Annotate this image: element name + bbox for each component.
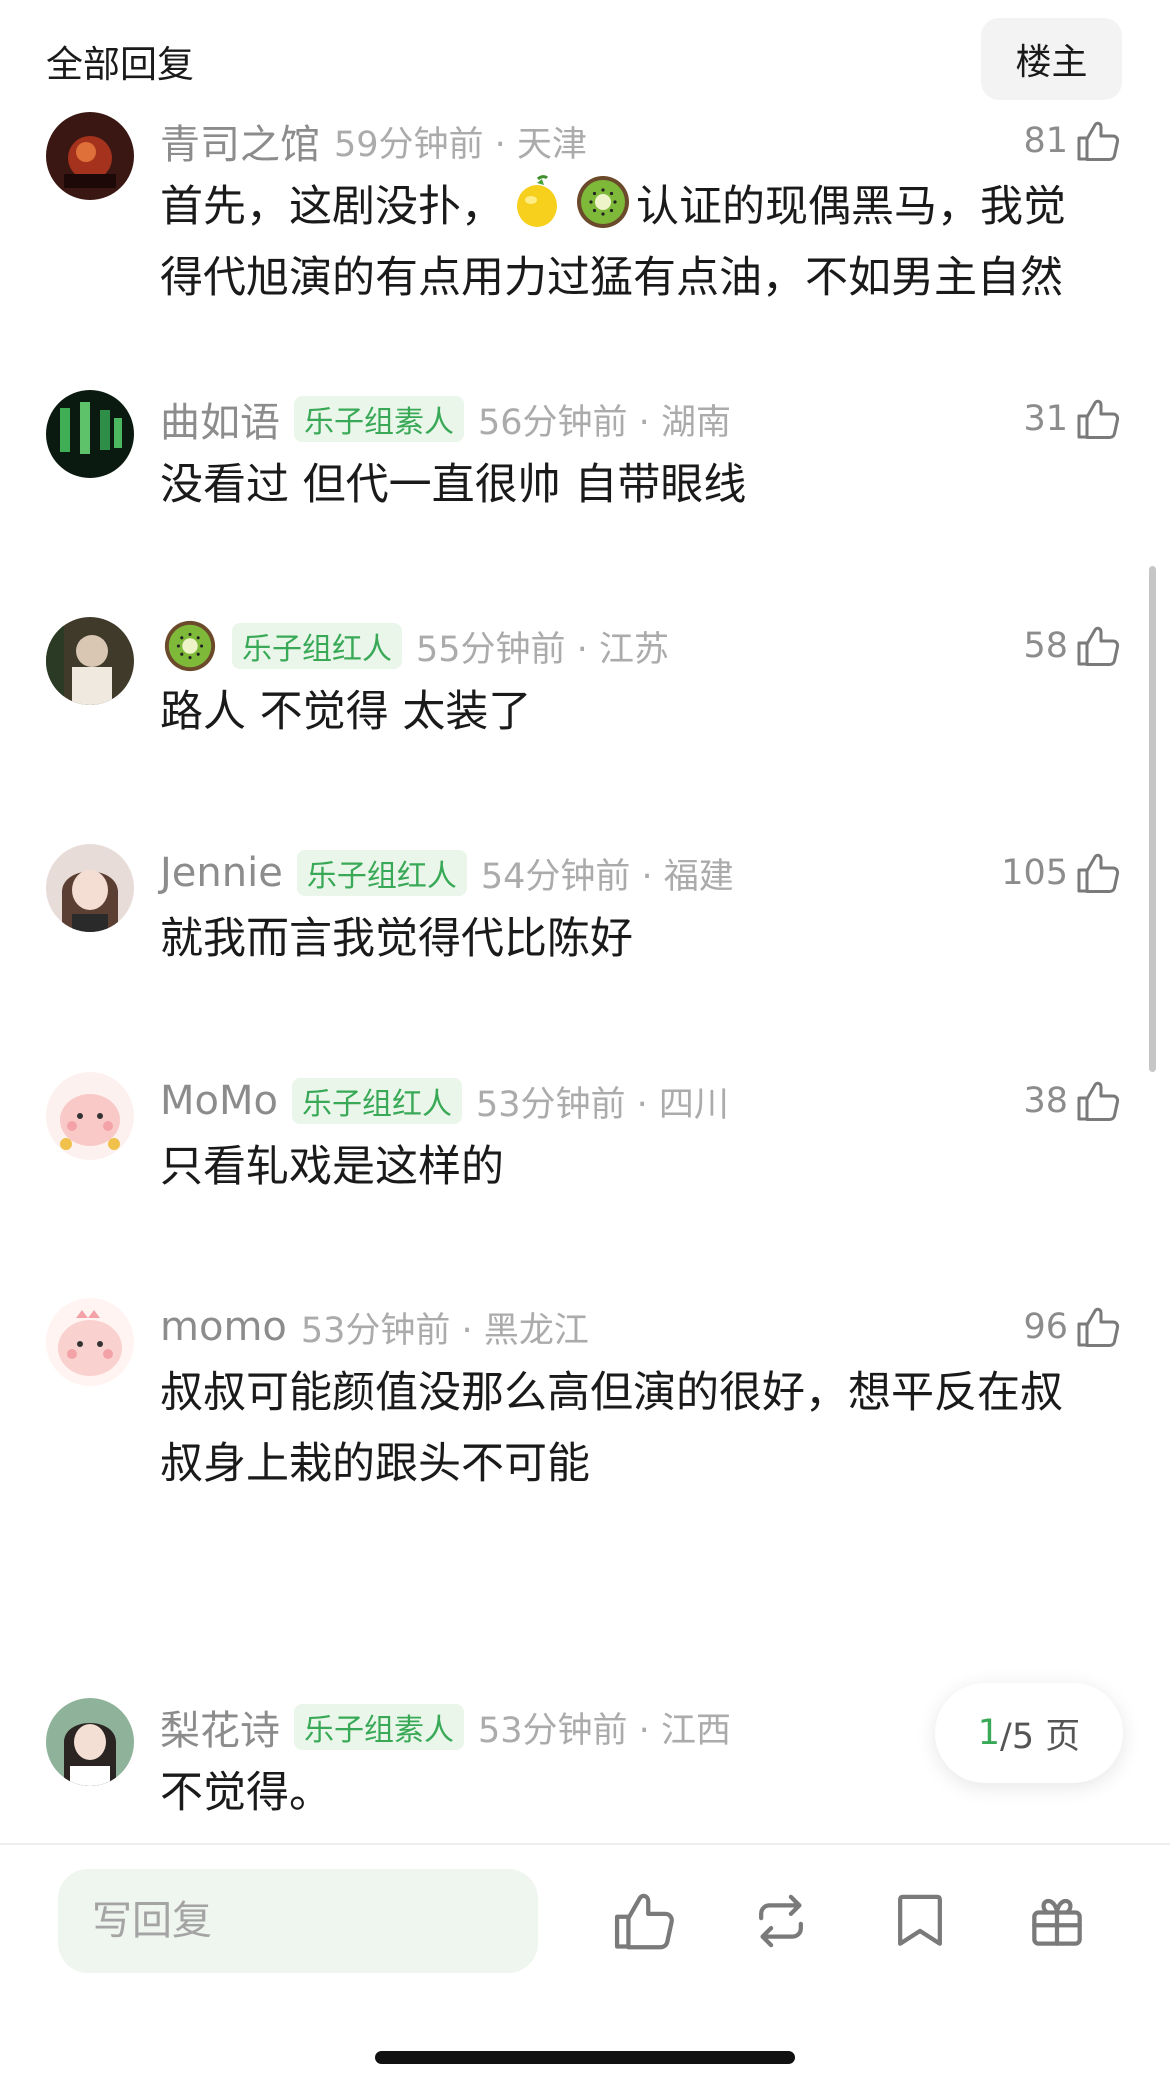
comment-time: 53分钟前 — [475, 1084, 626, 1125]
comment-location: 四川 — [658, 1084, 729, 1125]
thumb-up-icon[interactable] — [1074, 1303, 1122, 1351]
username[interactable]: 青司之馆 — [160, 112, 320, 170]
like-control[interactable]: 31 — [1023, 394, 1122, 444]
comment-header: Jennie 乐子组红人 54分钟前 · 福建 — [160, 848, 734, 898]
reply-input[interactable] — [58, 1869, 538, 1973]
comment-item: 曲如语 乐子组素人 56分钟前 · 湖南 31 没看过 但代一直很帅 自带眼线 — [0, 390, 1170, 510]
comment-location: 天津 — [516, 124, 587, 165]
comment-location: 福建 — [663, 856, 734, 897]
comment-meta: 55分钟前 · 江苏 — [416, 629, 669, 670]
like-count: 58 — [1023, 626, 1068, 666]
comment-time: 53分钟前 — [478, 1710, 628, 1751]
comment-item: 青司之馆 59分钟前 · 天津 81 首先，这剧没扑， 认证的现偶黑马，我觉得代旭… — [0, 112, 1170, 342]
comment-location: 黑龙江 — [483, 1310, 589, 1351]
like-control[interactable]: 81 — [1023, 116, 1122, 166]
like-count: 96 — [1023, 1307, 1068, 1347]
thumb-up-icon[interactable] — [1074, 117, 1122, 165]
thumb-up-icon[interactable] — [1074, 395, 1122, 443]
avatar[interactable] — [46, 390, 134, 478]
page-total: /5 页 — [1000, 1716, 1081, 1757]
comment-text: 路人 不觉得 太装了 — [160, 687, 532, 737]
comment-text-part: 首先，这剧没扑， — [160, 182, 504, 232]
comment-item: momo 53分钟前 · 黑龙江 96 叔叔可能颜值没那么高但演的很好，想平反在… — [0, 1298, 1170, 1528]
like-count: 31 — [1023, 399, 1068, 439]
page-indicator[interactable]: 1/5 页 — [935, 1683, 1123, 1783]
bookmark-icon[interactable] — [886, 1887, 954, 1955]
like-control[interactable]: 96 — [1023, 1302, 1122, 1352]
thumb-up-icon[interactable] — [1074, 622, 1122, 670]
current-page: 1 — [977, 1713, 1001, 1753]
op-only-filter-button[interactable]: 楼主 — [981, 18, 1122, 100]
thumb-up-icon[interactable] — [610, 1887, 678, 1955]
username[interactable]: 梨花诗 — [160, 1698, 280, 1756]
username[interactable]: MoMo — [160, 1078, 278, 1124]
user-badge: 乐子组素人 — [294, 396, 464, 442]
page-title: 全部回复 — [46, 43, 194, 86]
kiwi-emoji — [162, 618, 218, 674]
comment-time: 53分钟前 — [300, 1310, 451, 1351]
user-badge: 乐子组红人 — [232, 623, 402, 669]
comment-location: 江西 — [660, 1710, 731, 1751]
avatar[interactable] — [46, 1298, 134, 1386]
comment-meta: 53分钟前 · 江西 — [478, 1710, 731, 1751]
like-count: 81 — [1023, 121, 1068, 161]
like-count: 38 — [1023, 1081, 1068, 1121]
comment-header: momo 53分钟前 · 黑龙江 — [160, 1302, 589, 1352]
avatar[interactable] — [46, 617, 134, 705]
comment-header: 曲如语 乐子组素人 56分钟前 · 湖南 — [160, 394, 731, 446]
comment-item: Jennie 乐子组红人 54分钟前 · 福建 105 就我而言我觉得代比陈好 — [0, 844, 1170, 964]
avatar[interactable] — [46, 112, 134, 200]
comment-location: 江苏 — [598, 629, 669, 670]
user-badge: 乐子组红人 — [296, 850, 467, 896]
like-control[interactable]: 58 — [1023, 621, 1122, 671]
comment-meta: 53分钟前 · 四川 — [475, 1084, 729, 1125]
repost-icon[interactable] — [747, 1887, 815, 1955]
comment-header: 梨花诗 乐子组素人 53分钟前 · 江西 — [160, 1702, 731, 1754]
comment-time: 56分钟前 — [478, 402, 628, 443]
comment-meta: 56分钟前 · 湖南 — [478, 402, 731, 443]
comment-header: 乐子组红人 55分钟前 · 江苏 — [160, 621, 669, 671]
comment-meta: 54分钟前 · 福建 — [480, 856, 734, 897]
like-control[interactable]: 105 — [1001, 848, 1122, 898]
username[interactable]: Jennie — [160, 850, 283, 896]
avatar[interactable] — [46, 1698, 134, 1786]
comment-text: 首先，这剧没扑， 认证的现偶黑马，我觉得代旭演的有点用力过猛有点油，不如男主自然 — [160, 172, 1100, 314]
comment-text: 就我而言我觉得代比陈好 — [160, 914, 633, 964]
lemon-emoji — [508, 173, 566, 231]
comment-meta: 53分钟前 · 黑龙江 — [300, 1310, 589, 1351]
thumb-up-icon[interactable] — [1074, 1077, 1122, 1125]
comment-header: MoMo 乐子组红人 53分钟前 · 四川 — [160, 1076, 729, 1126]
comment-meta: 59分钟前 · 天津 — [334, 124, 587, 165]
thumb-up-icon[interactable] — [1074, 849, 1122, 897]
username[interactable]: 曲如语 — [160, 390, 280, 448]
avatar[interactable] — [46, 844, 134, 932]
comment-text: 叔叔可能颜值没那么高但演的很好，想平反在叔叔身上栽的跟头不可能 — [160, 1368, 1063, 1489]
header: 全部回复 楼主 — [0, 0, 1170, 118]
comment-item: 乐子组红人 55分钟前 · 江苏 58 路人 不觉得 太装了 — [0, 617, 1170, 737]
comment-header: 青司之馆 59分钟前 · 天津 — [160, 116, 587, 168]
user-badge: 乐子组红人 — [291, 1078, 462, 1124]
kiwi-emoji — [574, 173, 632, 231]
comment-time: 54分钟前 — [480, 856, 631, 897]
comment-time: 55分钟前 — [416, 629, 566, 670]
user-badge: 乐子组素人 — [294, 1704, 464, 1750]
avatar[interactable] — [46, 1072, 134, 1160]
comment-item: MoMo 乐子组红人 53分钟前 · 四川 38 只看轧戏是这样的 — [0, 1072, 1170, 1192]
comment-text: 没看过 但代一直很帅 自带眼线 — [160, 460, 747, 510]
like-count: 105 — [1001, 853, 1068, 893]
comment-location: 湖南 — [660, 402, 731, 443]
username[interactable]: momo — [160, 1304, 287, 1350]
scrollbar[interactable] — [1149, 566, 1156, 1072]
comment-time: 59分钟前 — [334, 124, 484, 165]
like-control[interactable]: 38 — [1023, 1076, 1122, 1126]
gift-icon[interactable] — [1023, 1887, 1091, 1955]
comment-text: 只看轧戏是这样的 — [160, 1142, 504, 1192]
home-indicator — [375, 2051, 795, 2064]
